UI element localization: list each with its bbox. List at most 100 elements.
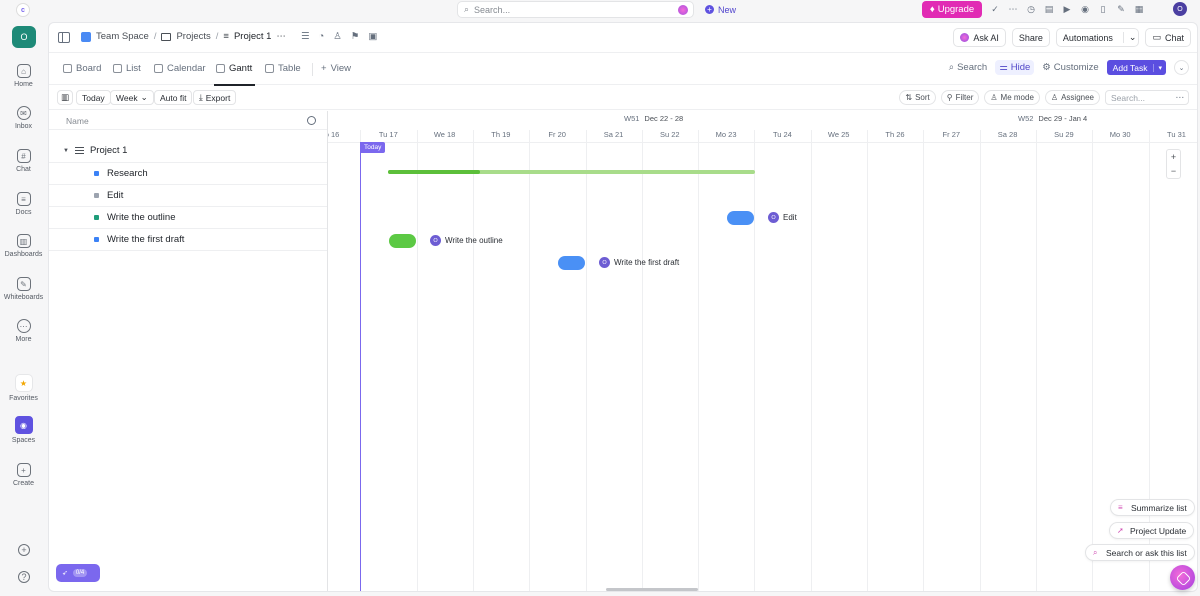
name-column-header[interactable]: Name xyxy=(66,116,89,126)
zoom-out-icon[interactable]: − xyxy=(1171,166,1176,176)
calendar-icon[interactable]: ▣ xyxy=(368,31,377,42)
rail-item-docs[interactable]: ≡ Docs xyxy=(0,192,47,216)
day-column xyxy=(698,130,754,591)
rail-item-inbox[interactable]: ✉ Inbox xyxy=(0,106,47,130)
project-row[interactable]: ▼ Project 1 xyxy=(49,139,327,163)
customize-button[interactable]: ⚙ Customize xyxy=(1042,62,1098,73)
dashes-icon[interactable]: ⋯ xyxy=(1008,3,1018,15)
status-square-icon[interactable] xyxy=(94,193,99,198)
caret-down-icon[interactable]: ▼ xyxy=(63,148,69,154)
add-view-button[interactable]: + View xyxy=(321,63,351,74)
me-mode-button[interactable]: ♙ Me mode xyxy=(984,90,1040,105)
check-circle-icon[interactable]: ✓ xyxy=(990,3,1000,15)
priority-flag-icon[interactable]: ⚑ xyxy=(351,31,360,42)
new-button[interactable]: + New xyxy=(699,2,742,17)
share-button[interactable]: Share xyxy=(1011,28,1050,47)
notepad-icon[interactable]: ▤ xyxy=(1044,3,1054,15)
collapse-chevron-icon[interactable]: ⌄ xyxy=(1174,60,1189,75)
gantt-bar-write-the-first-draft[interactable] xyxy=(558,256,585,270)
hide-button[interactable]: ⚌ Hide xyxy=(995,60,1035,75)
task-row-edit[interactable]: Edit xyxy=(49,185,327,207)
tab-table[interactable]: Table xyxy=(265,63,301,74)
export-button[interactable]: ⤓ Export xyxy=(193,90,237,105)
rail-item-chat[interactable]: # Chat xyxy=(0,149,47,173)
task-row-research[interactable]: Research xyxy=(49,163,327,185)
sort-button[interactable]: ⇅ Sort xyxy=(899,90,936,105)
page-header: Team Space / Projects / ≡ Project 1 ⋯ ☰ … xyxy=(49,23,1197,53)
video-icon[interactable]: ▶ xyxy=(1062,3,1072,15)
breadcrumb-project-1[interactable]: Project 1 xyxy=(234,31,272,42)
add-column-icon[interactable] xyxy=(307,116,316,125)
timer-icon[interactable]: ◷ xyxy=(1026,3,1036,15)
day-label: Mo 30 xyxy=(1109,130,1131,139)
gantt-tag-write-the-outline[interactable]: O Write the outline xyxy=(430,235,503,246)
rail-item-spaces[interactable]: ◉ Spaces xyxy=(0,416,47,444)
gantt-tag-write-the-first-draft[interactable]: O Write the first draft xyxy=(599,257,679,268)
search-or-ask-list-button[interactable]: ⌕ Search or ask this list xyxy=(1085,544,1195,561)
gantt-bar-edit[interactable] xyxy=(727,211,754,225)
gantt-bar-write-the-outline[interactable] xyxy=(389,234,416,248)
chat-button[interactable]: ▭ Chat xyxy=(1145,28,1191,47)
today-button[interactable]: Today xyxy=(76,90,111,105)
workspace-avatar[interactable]: O xyxy=(12,26,36,48)
onboarding-rocket-button[interactable]: ➶ 0/4 xyxy=(56,564,100,582)
ai-assistant-fab[interactable] xyxy=(1170,565,1195,590)
auto-fit-button[interactable]: Auto fit xyxy=(154,90,193,105)
doc-icon[interactable]: ▯ xyxy=(1098,3,1108,15)
ask-ai-button[interactable]: Ask AI xyxy=(953,28,1006,47)
status-square-icon[interactable] xyxy=(94,237,99,242)
project-update-button[interactable]: ➚ Project Update xyxy=(1109,522,1195,539)
breadcrumb-projects[interactable]: Projects xyxy=(176,31,210,42)
apps-icon[interactable]: ▦ xyxy=(1134,3,1144,15)
tab-board[interactable]: Board xyxy=(63,63,101,74)
user-avatar[interactable]: O xyxy=(1173,2,1187,16)
ai-brain-icon[interactable] xyxy=(678,5,688,15)
horizontal-scrollbar[interactable] xyxy=(606,588,698,591)
table-icon xyxy=(265,64,274,73)
clickup-logo[interactable]: c xyxy=(16,3,30,17)
help-icon[interactable]: ? xyxy=(18,571,30,583)
global-search-input[interactable]: ⌕ Search... xyxy=(457,1,694,18)
rail-item-whiteboards[interactable]: ✎ Whiteboards xyxy=(0,277,47,301)
chevron-down-icon[interactable]: ▾ xyxy=(1153,63,1166,72)
week-select[interactable]: Week ⌄ xyxy=(110,90,154,105)
task-list-pane: Name ▼ Project 1 Research Edit Write the… xyxy=(49,111,328,591)
upgrade-button[interactable]: ♦ Upgrade xyxy=(922,1,982,18)
rail-item-create[interactable]: + Create xyxy=(0,463,47,487)
gantt-timeline[interactable]: W51Dec 22 - 28 W52Dec 29 - Jan 4 o 16 Tu … xyxy=(328,111,1197,591)
search-tasks-button[interactable]: ⌕ Search xyxy=(949,62,987,73)
more-icon[interactable]: ⋯ xyxy=(1176,92,1185,103)
assignee-button[interactable]: ♙ Assignee xyxy=(1044,90,1100,105)
task-row-write-the-first-draft[interactable]: Write the first draft xyxy=(49,229,327,251)
status-square-icon[interactable] xyxy=(94,171,99,176)
chevron-down-icon[interactable]: ⌄ xyxy=(1122,32,1136,43)
status-square-icon[interactable] xyxy=(94,215,99,220)
tab-calendar[interactable]: Calendar xyxy=(154,63,206,74)
automations-button[interactable]: Automations ⌄ xyxy=(1055,28,1140,47)
rail-item-home[interactable]: ⌂ Home xyxy=(0,64,47,88)
sidebar-toggle-icon[interactable] xyxy=(58,32,70,43)
toggle-list-pane-button[interactable]: ▥ xyxy=(57,90,74,105)
rail-item-more[interactable]: ⋯ More xyxy=(0,319,47,343)
invite-user-icon[interactable]: + xyxy=(18,544,30,556)
zoom-in-icon[interactable]: + xyxy=(1171,152,1176,162)
ai-icon xyxy=(960,33,970,42)
breadcrumb-team-space[interactable]: Team Space xyxy=(96,31,149,42)
rail-item-dashboards[interactable]: ▥ Dashboards xyxy=(0,234,47,258)
day-label: We 25 xyxy=(827,130,850,139)
record-icon[interactable]: ◉ xyxy=(1080,3,1090,15)
gantt-tag-edit[interactable]: O Edit xyxy=(768,212,797,223)
assignee-icon[interactable]: ♙ xyxy=(333,31,342,42)
gantt-search-input[interactable]: Search... ⋯ xyxy=(1105,90,1189,105)
description-icon[interactable]: ☰ xyxy=(301,31,310,42)
add-task-button[interactable]: Add Task ▾ xyxy=(1106,60,1166,75)
edit-icon[interactable]: ✎ xyxy=(1116,3,1126,15)
filter-button[interactable]: ⚲ Filter xyxy=(940,90,980,105)
task-row-write-the-outline[interactable]: Write the outline xyxy=(49,207,327,229)
rail-item-favorites[interactable]: ★ Favorites xyxy=(0,374,47,402)
summarize-list-button[interactable]: ≡ Summarize list xyxy=(1110,499,1195,516)
more-options-icon[interactable]: ⋯ xyxy=(276,31,286,42)
tab-list[interactable]: List xyxy=(113,63,141,74)
status-icon[interactable]: ◔ xyxy=(319,31,325,42)
tab-gantt[interactable]: Gantt xyxy=(213,63,256,86)
